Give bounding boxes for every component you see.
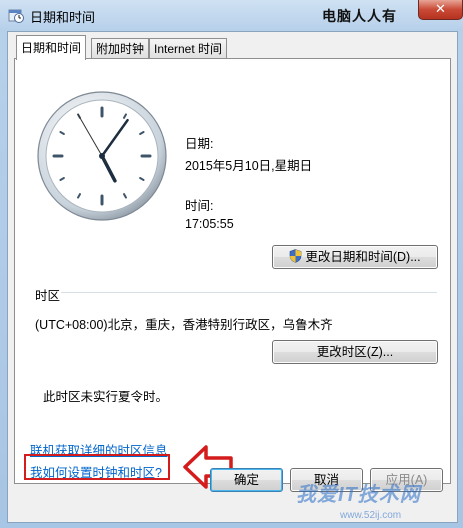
change-date-time-label: 更改日期和时间(D)... (305, 250, 421, 264)
close-button[interactable]: ✕ (418, 0, 463, 20)
watermark-text: 电脑人人有 (322, 9, 397, 25)
tab-panel: 日期: 2015年5月10日,星期日 时间: 17:05:55 更改日期和时间(… (14, 58, 451, 484)
time-value: 17:05:55 (185, 217, 234, 231)
title-bar[interactable]: 日期和时间 电脑人人有 ✕ (0, 0, 463, 30)
tab-date-and-time[interactable]: 日期和时间 (16, 35, 87, 60)
tab-additional-clocks[interactable]: 附加时钟 (91, 38, 150, 59)
timezone-divider (61, 292, 437, 293)
close-icon: ✕ (435, 1, 446, 16)
site-watermark-url: www.52ij.com (340, 510, 402, 521)
date-value: 2015年5月10日,星期日 (185, 159, 313, 173)
change-timezone-label: 更改时区(Z)... (316, 345, 394, 359)
tab-internet-time[interactable]: Internet 时间 (149, 38, 228, 59)
uac-shield-icon (290, 249, 302, 263)
time-label: 时间: (185, 199, 214, 213)
site-watermark: 我爱IT技术网 (296, 484, 421, 506)
change-timezone-button[interactable]: 更改时区(Z)... (272, 340, 438, 364)
change-date-time-button[interactable]: 更改日期和时间(D)... (272, 245, 438, 269)
date-label: 日期: (185, 137, 214, 151)
ok-label: 确定 (233, 473, 259, 487)
ok-button[interactable]: 确定 (210, 468, 283, 492)
dialog-window: 日期和时间 电脑人人有 ✕ 日期和时间 附加时钟 Internet 时间 日期:… (0, 0, 463, 528)
clock-center (99, 153, 105, 159)
clock-app-icon (8, 9, 24, 23)
timezone-heading: 时区 (35, 289, 61, 303)
highlight-annotation (24, 454, 170, 480)
window-title: 日期和时间 (30, 10, 96, 25)
analog-clock (37, 91, 167, 221)
timezone-value: (UTC+08:00)北京，重庆，香港特别行政区，乌鲁木齐 (35, 318, 333, 332)
dst-note: 此时区未实行夏令时。 (43, 390, 169, 404)
